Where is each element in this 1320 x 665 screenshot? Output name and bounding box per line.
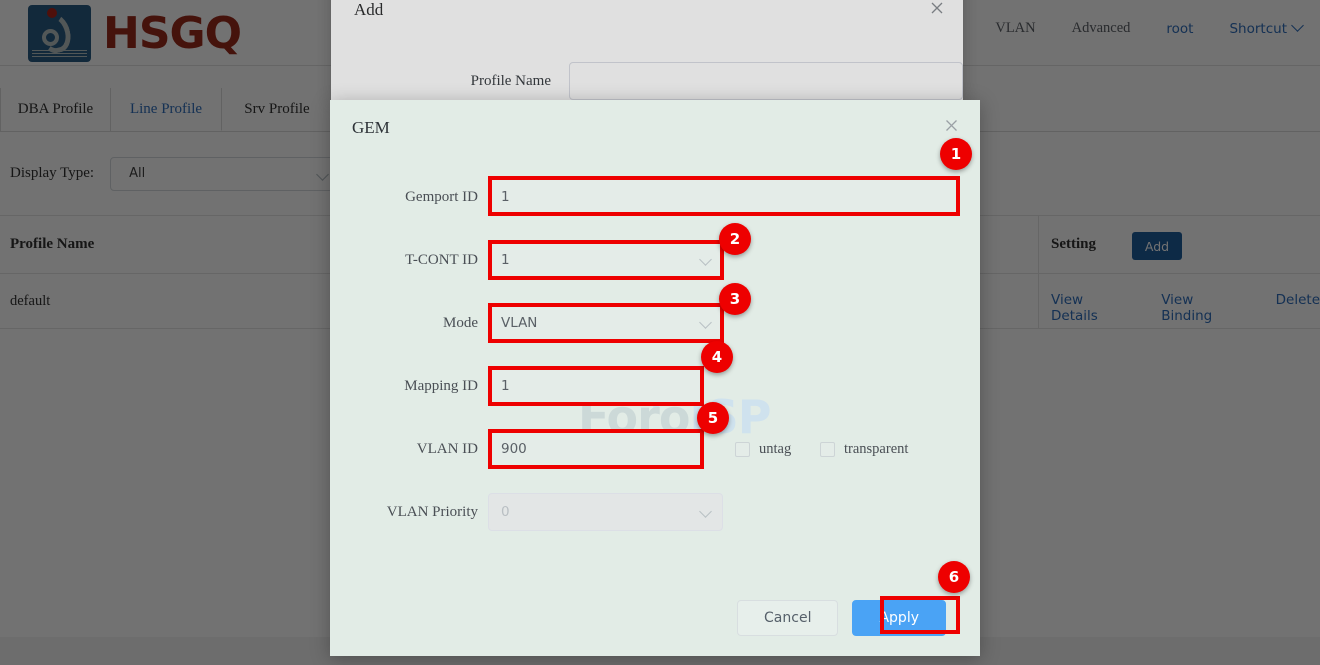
vlan-id-value: 900	[501, 441, 527, 457]
transparent-checkbox[interactable]: transparent	[820, 441, 908, 458]
mode-label: Mode	[330, 315, 478, 332]
vlan-priority-value: 0	[501, 504, 510, 520]
gem-dialog: GEM ForoISP Gemport ID 1 T-CONT ID 1	[330, 100, 980, 656]
checkbox-box	[735, 442, 750, 457]
annotation-badge-3: 3	[719, 283, 751, 315]
mapping-id-input[interactable]: 1	[488, 367, 703, 405]
annotation-badge-6: 6	[938, 561, 970, 593]
mode-value: VLAN	[501, 315, 537, 331]
checkbox-box	[820, 442, 835, 457]
chevron-down-icon	[699, 316, 712, 329]
vlan-id-label: VLAN ID	[330, 441, 478, 458]
untag-checkbox[interactable]: untag	[735, 441, 791, 458]
field-row-tcont-id: T-CONT ID 1	[330, 241, 980, 279]
cancel-button[interactable]: Cancel	[737, 600, 838, 636]
annotation-badge-4: 4	[701, 341, 733, 373]
gemport-id-input[interactable]: 1	[488, 178, 960, 216]
annotation-badge-2: 2	[719, 223, 751, 255]
gemport-id-value: 1	[501, 189, 510, 205]
chevron-down-icon	[699, 505, 712, 518]
screen: HSGQ VLAN Advanced root Shortcut DBA Pro…	[0, 0, 1320, 665]
apply-button[interactable]: Apply	[852, 600, 946, 636]
mapping-id-label: Mapping ID	[330, 378, 478, 395]
chevron-down-icon	[699, 253, 712, 266]
transparent-label: transparent	[844, 441, 908, 458]
field-row-mode: Mode VLAN	[330, 304, 980, 342]
tcont-id-label: T-CONT ID	[330, 252, 478, 269]
field-row-gemport-id: Gemport ID 1	[330, 178, 980, 216]
vlan-priority-label: VLAN Priority	[330, 504, 478, 521]
gemport-id-label: Gemport ID	[330, 189, 478, 206]
untag-label: untag	[759, 441, 791, 458]
field-row-mapping-id: Mapping ID 1	[330, 367, 980, 405]
tcont-id-select[interactable]: 1	[488, 241, 723, 279]
tcont-id-value: 1	[501, 252, 510, 268]
annotation-badge-1: 1	[940, 138, 972, 170]
mapping-id-value: 1	[501, 378, 510, 394]
annotation-badge-5: 5	[697, 402, 729, 434]
mode-select[interactable]: VLAN	[488, 304, 723, 342]
close-icon[interactable]	[943, 117, 960, 134]
gem-dialog-footer: Cancel Apply	[330, 600, 980, 636]
vlan-id-input[interactable]: 900	[488, 430, 703, 468]
vlan-priority-select: 0	[488, 493, 723, 531]
field-row-vlan-priority: VLAN Priority 0	[330, 493, 980, 531]
gem-dialog-title: GEM	[352, 118, 390, 138]
